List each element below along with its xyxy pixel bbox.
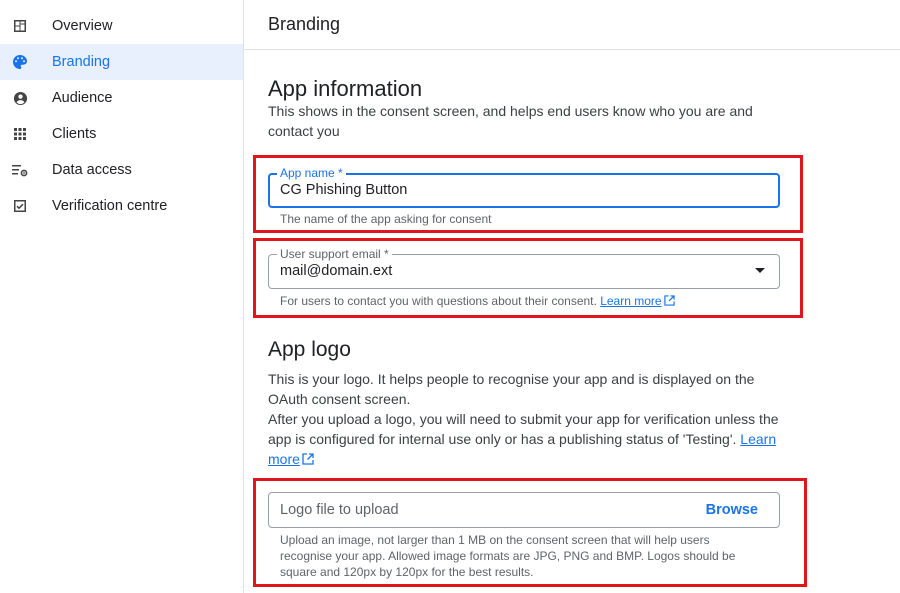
- data-access-icon: [12, 162, 28, 178]
- app-name-label: App name *: [277, 166, 346, 180]
- open-in-new-icon: [302, 453, 314, 465]
- sidebar-item-label: Overview: [52, 18, 113, 34]
- sidebar-item-audience[interactable]: Audience: [0, 80, 243, 116]
- page-header: Branding: [244, 0, 900, 50]
- support-email-hint: For users to contact you with questions …: [280, 294, 675, 308]
- app-information-description: This shows in the consent screen, and he…: [268, 103, 753, 139]
- verification-note-text: After you upload a logo, you will need t…: [268, 411, 779, 447]
- sidebar: Overview Branding Audience Clients Data …: [0, 0, 244, 593]
- support-email-label: User support email *: [277, 247, 392, 261]
- palette-icon: [12, 54, 28, 70]
- app-logo-description: This is your logo. It helps people to re…: [268, 371, 755, 407]
- dashboard-icon: [12, 18, 28, 34]
- person-icon: [12, 90, 28, 106]
- app-logo-verification-note: After you upload a logo, you will need t…: [268, 409, 783, 469]
- app-name-field[interactable]: App name * CG Phishing Button: [268, 166, 780, 208]
- app-logo-heading: App logo: [268, 338, 351, 361]
- sidebar-item-label: Data access: [52, 162, 132, 178]
- sidebar-item-branding[interactable]: Branding: [0, 44, 243, 80]
- learn-more-link[interactable]: Learn more: [600, 294, 661, 308]
- dropdown-arrow-icon[interactable]: [755, 268, 765, 273]
- sidebar-item-overview[interactable]: Overview: [0, 8, 243, 44]
- logo-upload-placeholder: Logo file to upload: [280, 502, 399, 518]
- app-name-hint: The name of the app asking for consent: [280, 212, 492, 226]
- sidebar-item-data-access[interactable]: Data access: [0, 152, 243, 188]
- open-in-new-icon: [663, 295, 675, 306]
- sidebar-item-verification-centre[interactable]: Verification centre: [0, 188, 243, 224]
- sidebar-item-label: Audience: [52, 90, 113, 106]
- support-email-select[interactable]: User support email * mail@domain.ext: [268, 247, 780, 289]
- sidebar-item-label: Branding: [52, 54, 111, 70]
- app-information-heading: App information: [268, 76, 423, 101]
- browse-button[interactable]: Browse: [706, 502, 758, 518]
- logo-upload-field[interactable]: Logo file to upload Browse: [268, 492, 780, 528]
- sidebar-item-clients[interactable]: Clients: [0, 116, 243, 152]
- app-name-value: CG Phishing Button: [280, 182, 408, 198]
- page-title: Branding: [268, 14, 341, 34]
- logo-upload-hint: Upload an image, not larger than 1 MB on…: [280, 533, 736, 579]
- checkbox-icon: [12, 198, 28, 214]
- sidebar-item-label: Clients: [52, 126, 97, 142]
- apps-grid-icon: [12, 126, 28, 142]
- support-email-value: mail@domain.ext: [280, 263, 393, 279]
- support-email-hint-text: For users to contact you with questions …: [280, 294, 597, 308]
- sidebar-item-label: Verification centre: [52, 198, 168, 214]
